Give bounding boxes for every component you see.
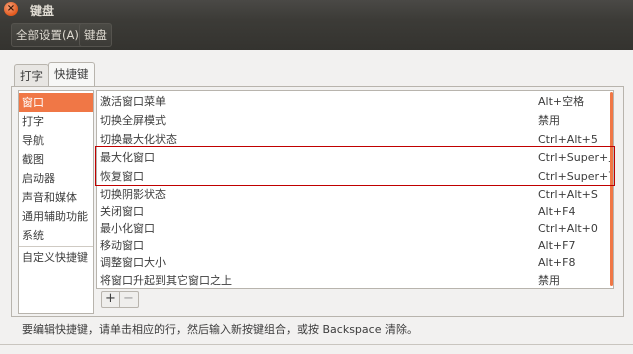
shortcut-key: Alt+F8 [538,256,576,269]
shortcut-name: 切换阴影状态 [100,188,166,201]
category-list: 窗口 打字 导航 截图 启动器 声音和媒体 通用辅助功能 系统 自定义快捷键 [18,90,94,314]
shortcut-key: Ctrl+Alt+0 [538,222,598,235]
category-item-typing[interactable]: 打字 [19,112,93,131]
remove-shortcut-button[interactable]: − [120,292,137,307]
shortcut-name: 关闭窗口 [100,205,144,218]
category-item-accessibility[interactable]: 通用辅助功能 [19,207,93,226]
shortcut-key: Ctrl+Super+上 [538,151,614,164]
shortcut-row[interactable]: 关闭窗口 Alt+F4 [97,203,605,221]
shortcut-name: 切换最大化状态 [100,133,177,146]
title-bar: × 键盘 [0,0,633,20]
all-settings-button[interactable]: 全部设置(A) [11,23,84,47]
shortcut-row[interactable]: 恢复窗口 Ctrl+Super+下 [97,168,613,186]
shortcut-row[interactable]: 最大化窗口 Ctrl+Super+上 [97,149,613,167]
shortcut-name: 调整窗口大小 [100,256,166,269]
shortcut-key: Alt+空格 [538,95,585,108]
tab-shortcuts[interactable]: 快捷键 [48,62,95,88]
shortcut-name: 移动窗口 [100,239,144,252]
shortcut-row[interactable]: 切换全屏模式 禁用 [97,112,605,130]
category-item-navigation[interactable]: 导航 [19,131,93,150]
shortcut-name: 将窗口升起到其它窗口之上 [100,274,232,287]
category-item-sound-media[interactable]: 声音和媒体 [19,188,93,207]
category-item-system[interactable]: 系统 [19,226,93,245]
close-icon[interactable]: × [4,2,18,16]
category-item-launcher[interactable]: 启动器 [19,169,93,188]
shortcut-key: 禁用 [538,274,560,287]
shortcut-name: 激活窗口菜单 [100,95,166,108]
shortcut-name: 切换全屏模式 [100,114,166,127]
shortcut-key: 禁用 [538,114,560,127]
shortcut-name: 恢复窗口 [100,170,144,183]
toolbar: 全部设置(A) 键盘 [0,20,633,50]
category-item-screenshots[interactable]: 截图 [19,150,93,169]
hint-text: 要编辑快捷键，请单击相应的行，然后输入新按键组合，或按 Backspace 清除… [22,323,418,336]
add-remove-buttons: + − [101,291,139,308]
tab-typing[interactable]: 打字 [14,64,49,87]
shortcut-row[interactable]: 调整窗口大小 Alt+F8 [97,254,605,272]
shortcut-key: Ctrl+Alt+S [538,188,598,201]
shortcut-key: Ctrl+Super+下 [538,170,614,183]
shortcut-row[interactable]: 切换最大化状态 Ctrl+Alt+5 [97,131,605,149]
breadcrumb-keyboard-button[interactable]: 键盘 [79,23,112,47]
shortcut-row[interactable]: 激活窗口菜单 Alt+空格 [97,93,605,111]
category-item-window[interactable]: 窗口 [19,93,93,112]
keyboard-settings-window: × 键盘 全部设置(A) 键盘 打字 快捷键 窗口 打字 导航 截图 启动器 声… [0,0,633,354]
category-item-custom-shortcuts[interactable]: 自定义快捷键 [19,248,93,267]
shortcut-list: 激活窗口菜单 Alt+空格 切换全屏模式 禁用 切换最大化状态 Ctrl+Alt… [96,90,614,289]
shortcut-row[interactable]: 切换阴影状态 Ctrl+Alt+S [97,186,605,204]
shortcut-row[interactable]: 最小化窗口 Ctrl+Alt+0 [97,220,605,238]
bottom-divider [0,344,633,345]
shortcut-row[interactable]: 将窗口升起到其它窗口之上 禁用 [97,272,605,288]
shortcut-row[interactable]: 移动窗口 Alt+F7 [97,237,605,255]
add-shortcut-button[interactable]: + [102,292,120,307]
shortcut-name: 最大化窗口 [100,151,155,164]
shortcut-key: Alt+F7 [538,239,576,252]
shortcut-key: Ctrl+Alt+5 [538,133,598,146]
category-divider [19,246,93,247]
scrollbar-thumb[interactable] [610,92,613,286]
shortcut-name: 最小化窗口 [100,222,155,235]
window-title: 键盘 [30,4,55,18]
shortcut-key: Alt+F4 [538,205,576,218]
